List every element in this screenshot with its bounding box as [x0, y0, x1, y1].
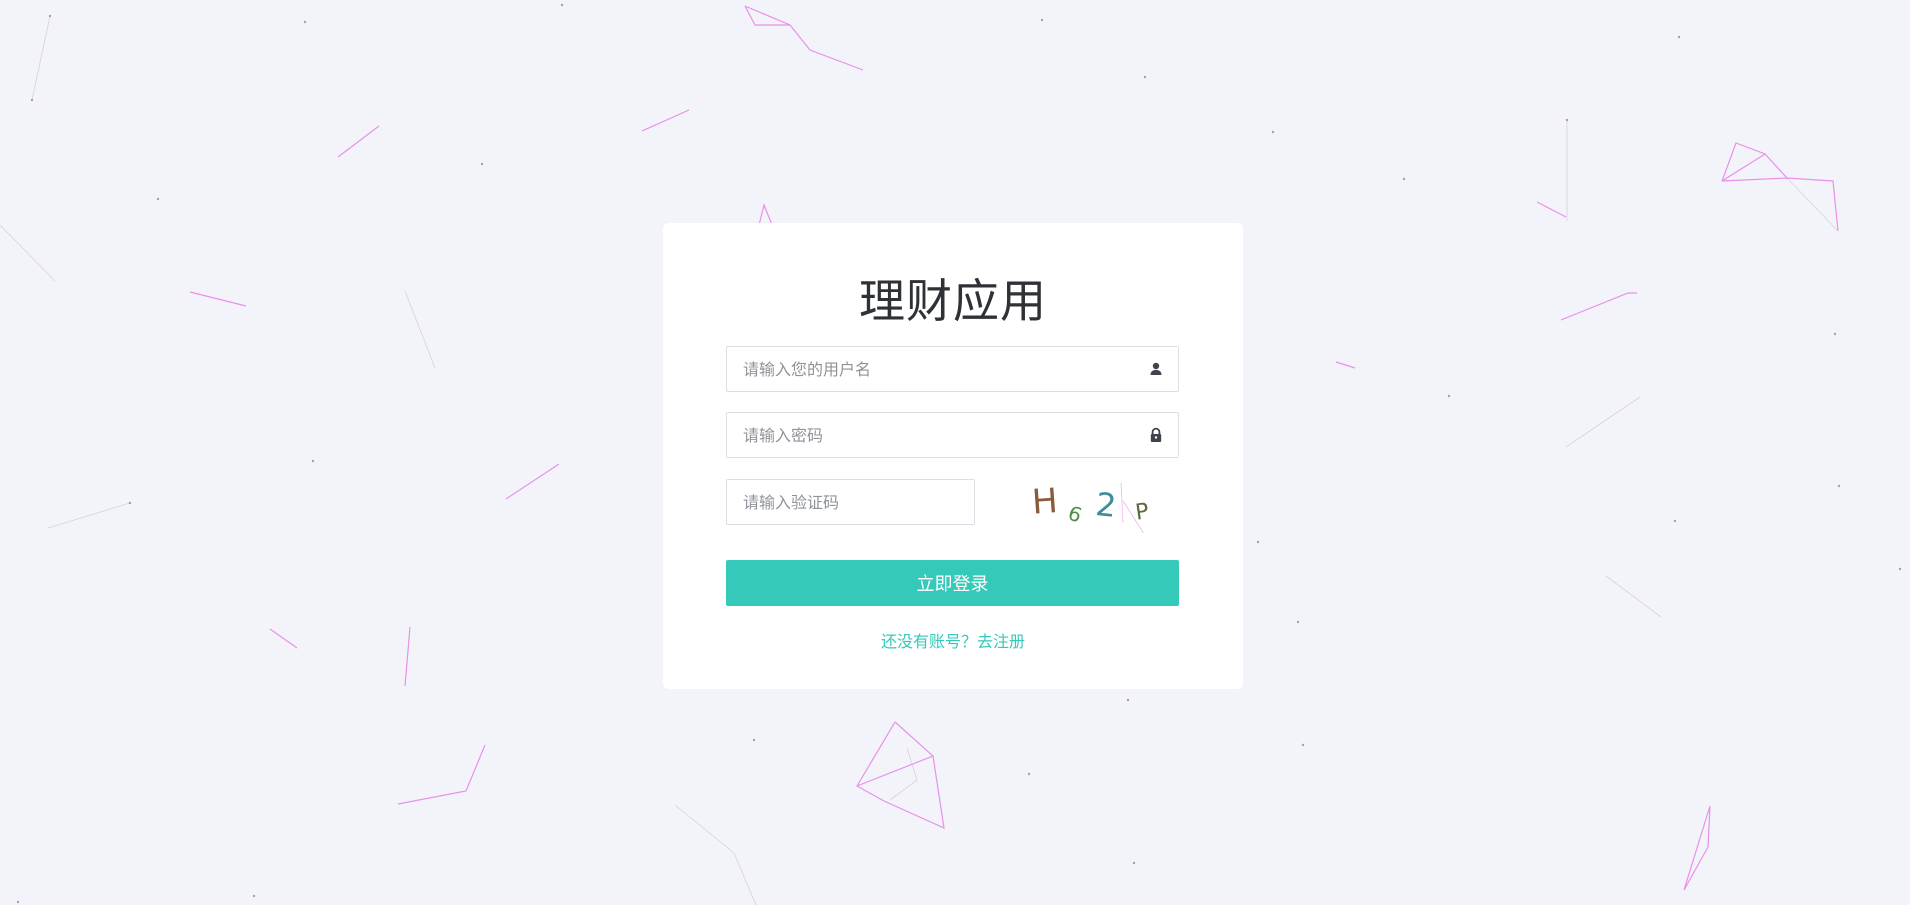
captcha-field-container [726, 479, 975, 525]
captcha-char-2: 6 [1065, 501, 1085, 528]
register-link-container: 还没有账号？去注册 [663, 628, 1243, 652]
captcha-image[interactable]: H 6 2 P [1023, 471, 1173, 533]
user-icon [1150, 362, 1162, 375]
login-card: 理财应用 H 6 2 P 立即登录 还没有账号？去注册 [663, 223, 1243, 689]
lock-icon [1150, 427, 1162, 442]
username-field-container [726, 346, 1179, 392]
captcha-char-3: 2 [1094, 485, 1118, 525]
username-input[interactable] [727, 347, 1178, 391]
password-field-container [726, 412, 1179, 458]
captcha-input[interactable] [727, 480, 974, 524]
login-button[interactable]: 立即登录 [726, 560, 1179, 606]
password-input[interactable] [727, 413, 1178, 457]
register-link[interactable]: 还没有账号？去注册 [881, 632, 1025, 651]
captcha-char-1: H [1031, 481, 1059, 523]
page-title: 理财应用 [859, 274, 1047, 328]
